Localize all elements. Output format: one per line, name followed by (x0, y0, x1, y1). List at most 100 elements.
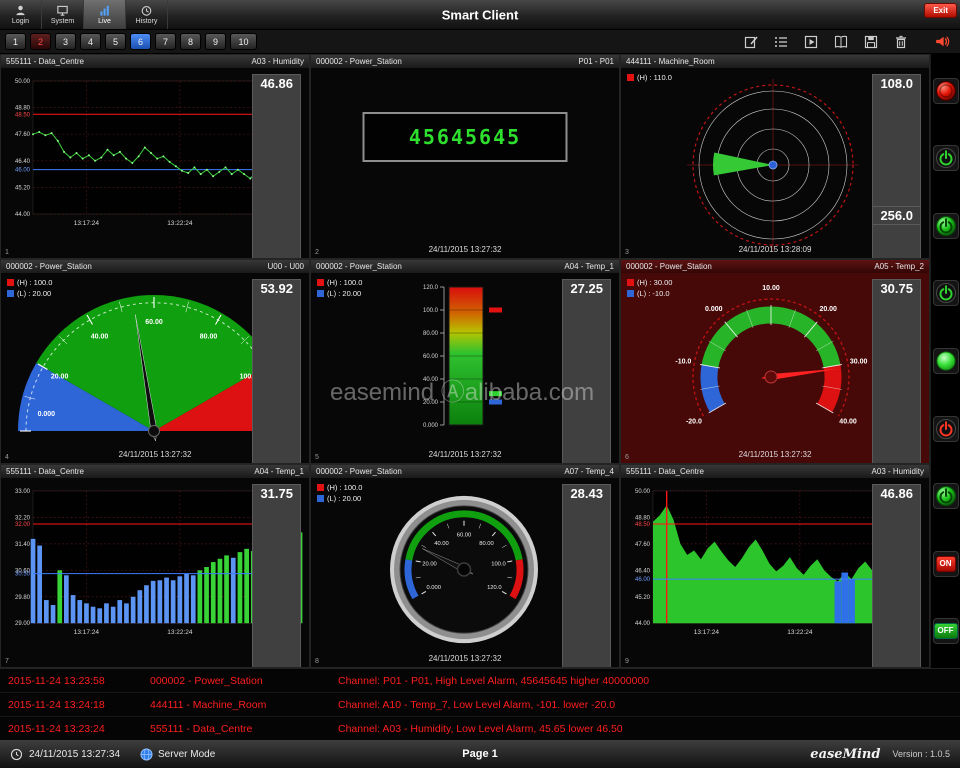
low-limit-label: (L) : 20.00 (327, 494, 361, 503)
power-toggle-3[interactable] (933, 280, 959, 306)
value-badge: 27.25 (562, 279, 611, 464)
status-mode: Server Mode (158, 749, 215, 760)
svg-text:-10.0: -10.0 (675, 359, 691, 366)
panel-station: 000002 - Power_Station (626, 262, 712, 271)
page-label: Page 1 (462, 748, 497, 760)
svg-text:32.20: 32.20 (15, 515, 31, 521)
panel-number: 9 (625, 658, 629, 665)
power-toggle-4[interactable] (933, 483, 959, 509)
svg-text:48.50: 48.50 (15, 112, 31, 118)
low-limit-swatch (7, 290, 14, 297)
power-icon-green-lit (935, 215, 957, 237)
status-time: 24/11/2015 13:27:34 (29, 749, 120, 760)
svg-text:30.00: 30.00 (850, 359, 868, 366)
nav-system[interactable]: System (42, 0, 84, 29)
edit-icon[interactable] (741, 33, 761, 51)
tab-page-7[interactable]: 7 (155, 33, 176, 50)
tab-page-3[interactable]: 3 (55, 33, 76, 50)
panel-timestamp: 24/11/2015 13:27:32 (1, 450, 309, 459)
on-button[interactable]: ON (933, 551, 959, 577)
panel-channel: A03 - Humidity (252, 57, 304, 66)
panel-number: 3 (625, 249, 629, 256)
high-limit-label: (H) : 100.0 (327, 483, 362, 492)
power-toggle-red[interactable] (933, 416, 959, 442)
svg-text:13:22:24: 13:22:24 (167, 629, 193, 636)
system-icon (56, 4, 69, 17)
low-limit-label: (L) : 20.00 (327, 289, 361, 298)
alarm-station: 555111 - Data_Centre (150, 723, 338, 735)
panel-channel: U00 - U00 (268, 262, 304, 271)
control-sidebar: ON OFF (930, 54, 960, 668)
svg-text:46.40: 46.40 (15, 159, 31, 165)
svg-text:80.00: 80.00 (479, 541, 493, 547)
tab-page-2[interactable]: 2 (30, 33, 51, 50)
low-limit-swatch (317, 290, 324, 297)
emergency-stop-button[interactable] (933, 78, 959, 104)
alarm-row[interactable]: 2015-11-24 13:23:58 000002 - Power_Stati… (0, 669, 960, 693)
history-clock-icon (140, 4, 153, 17)
svg-text:60.00: 60.00 (457, 533, 471, 539)
legend: (H) : 110.0 (627, 73, 672, 82)
list-icon[interactable] (771, 33, 791, 51)
save-icon[interactable] (861, 33, 881, 51)
alarm-message: Channel: A10 - Temp_7, Low Level Alarm, … (338, 699, 952, 711)
value-badge: 46.86 (872, 484, 921, 668)
svg-text:13:17:24: 13:17:24 (694, 629, 720, 636)
dashboard-area: 555111 - Data_Centre A03 - Humidity 50.0… (0, 54, 960, 668)
svg-text:46.00: 46.00 (635, 577, 651, 583)
high-limit-label: (H) : 100.0 (17, 278, 52, 287)
nav-system-label: System (51, 18, 74, 25)
book-icon[interactable] (831, 33, 851, 51)
panel-humidity-area-trend: 555111 - Data_Centre A03 - Humidity 50.0… (620, 464, 930, 668)
legend: (H) : 100.0 (L) : 20.00 (317, 483, 362, 503)
tab-page-6[interactable]: 6 (130, 33, 151, 50)
top-bar: Login System Live History Smart Client E… (0, 0, 960, 30)
alarm-row[interactable]: 2015-11-24 13:23:24 555111 - Data_Centre… (0, 717, 960, 741)
tab-page-5[interactable]: 5 (105, 33, 126, 50)
panel-humidity-trend: 555111 - Data_Centre A03 - Humidity 50.0… (0, 54, 310, 259)
legend: (H) : 30.00 (L) : -10.0 (627, 278, 672, 298)
panel-grid: 555111 - Data_Centre A03 - Humidity 50.0… (0, 54, 930, 668)
app-title: Smart Client (442, 7, 519, 22)
svg-text:80.00: 80.00 (423, 331, 439, 337)
nav-live[interactable]: Live (84, 0, 126, 29)
tab-page-9[interactable]: 9 (205, 33, 226, 50)
high-limit-swatch (7, 279, 14, 286)
tab-page-10[interactable]: 10 (230, 33, 257, 50)
panel-radar-gauge: 444111 - Machine_Room (H) : 110.0 108.0 … (620, 54, 930, 259)
power-toggle-2[interactable] (933, 213, 959, 239)
low-limit-label: (L) : -10.0 (637, 289, 670, 298)
delete-icon[interactable] (891, 33, 911, 51)
digital-display: 45645645 (363, 112, 568, 162)
panel-number: 1 (5, 249, 9, 256)
alarm-station: 000002 - Power_Station (150, 675, 338, 687)
status-bar: 24/11/2015 13:27:34 Server Mode Page 1 e… (0, 740, 960, 768)
panel-vertical-bar-gauge: 000002 - Power_Station A04 - Temp_1 120.… (310, 259, 620, 464)
panel-channel: A07 - Temp_4 (564, 467, 614, 476)
panel-timestamp: 24/11/2015 13:28:09 (621, 245, 929, 254)
panel-number: 5 (315, 454, 319, 461)
svg-text:44.00: 44.00 (15, 212, 31, 218)
status-led-green[interactable] (933, 348, 959, 374)
svg-text:20.00: 20.00 (819, 306, 837, 313)
svg-text:120.0: 120.0 (487, 585, 501, 591)
high-limit-swatch (317, 484, 324, 491)
svg-text:60.00: 60.00 (423, 354, 439, 360)
high-limit-swatch (627, 279, 634, 286)
panel-station: 444111 - Machine_Room (626, 57, 715, 66)
run-icon[interactable] (801, 33, 821, 51)
alarm-row[interactable]: 2015-11-24 13:24:18 444111 - Machine_Roo… (0, 693, 960, 717)
tab-page-4[interactable]: 4 (80, 33, 101, 50)
high-limit-swatch (627, 74, 634, 81)
off-button[interactable]: OFF (933, 618, 959, 644)
exit-button[interactable]: Exit (924, 3, 957, 18)
power-toggle-1[interactable] (933, 145, 959, 171)
nav-history[interactable]: History (126, 0, 168, 29)
svg-text:45.20: 45.20 (15, 185, 31, 191)
nav-login[interactable]: Login (0, 0, 42, 29)
svg-text:40.00: 40.00 (839, 419, 857, 426)
tab-page-8[interactable]: 8 (180, 33, 201, 50)
mute-icon[interactable] (931, 33, 951, 51)
panel-station: 000002 - Power_Station (316, 467, 402, 476)
tab-page-1[interactable]: 1 (5, 33, 26, 50)
